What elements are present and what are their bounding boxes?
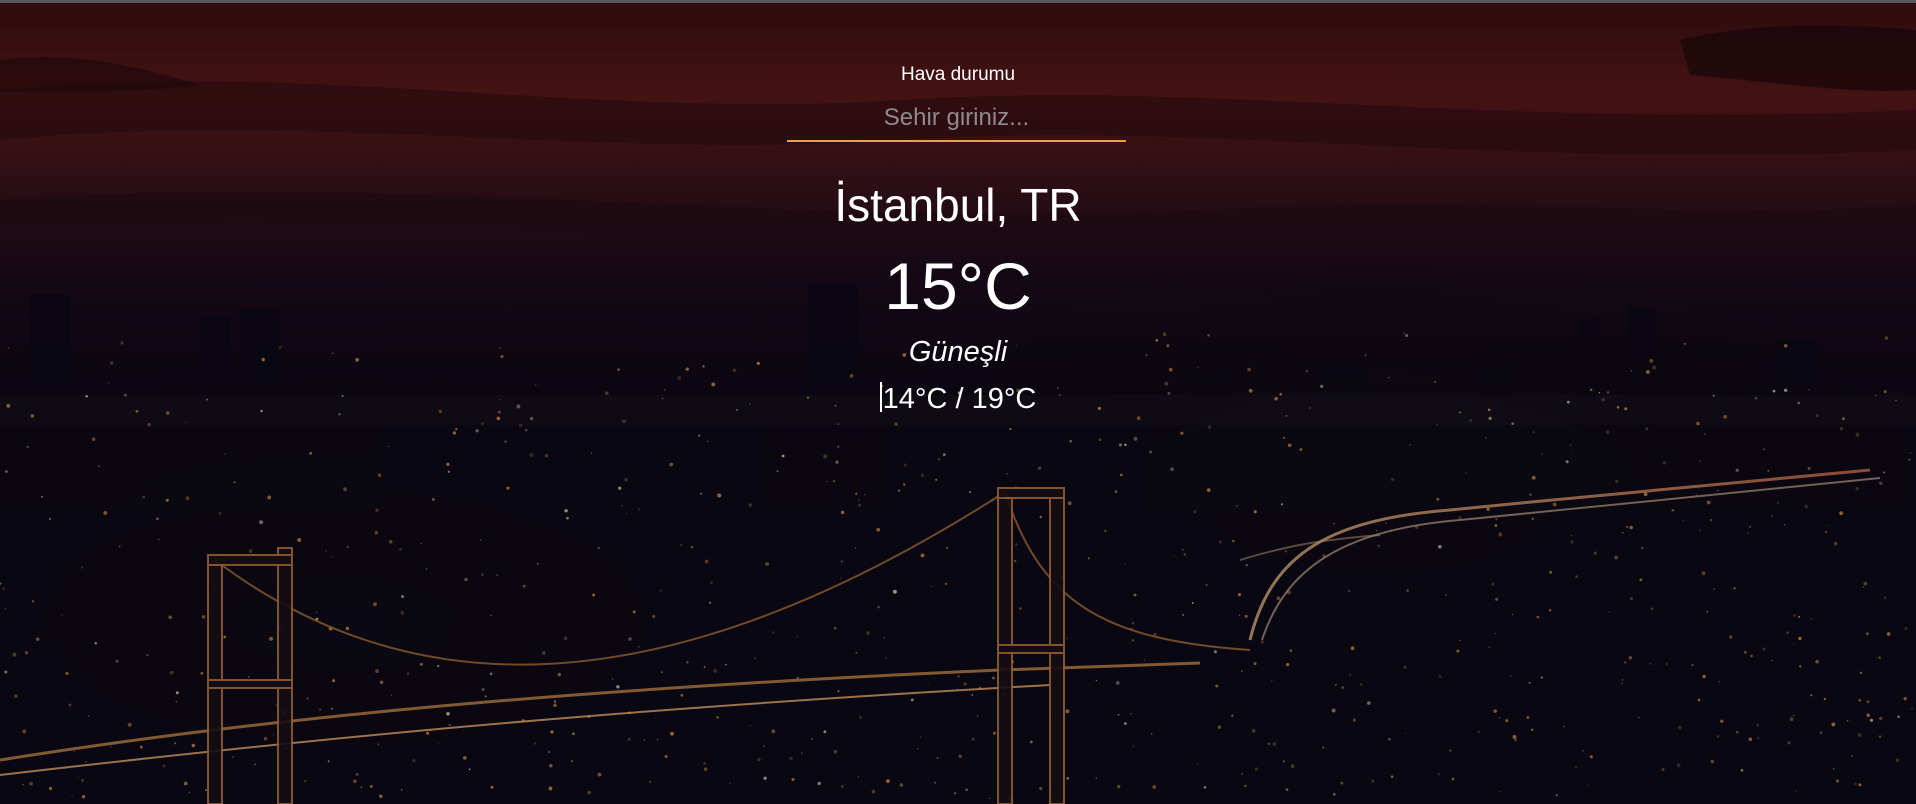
text-cursor <box>879 382 882 412</box>
current-temperature: 15°C <box>884 249 1032 323</box>
window-top-border <box>0 0 1916 3</box>
hi-low-temperature: 14°C / 19°C <box>0 382 1916 416</box>
city-search-input[interactable] <box>787 96 1126 142</box>
location-label: İstanbul, TR <box>834 179 1082 231</box>
hi-low-value: 14°C / 19°C <box>882 383 1037 415</box>
weather-description: Güneşli <box>908 336 1008 368</box>
app-title: Hava durumu <box>900 64 1016 85</box>
app-viewport: Hava durumu İstanbul, TR 15°C Güneşli 14… <box>0 0 1916 804</box>
